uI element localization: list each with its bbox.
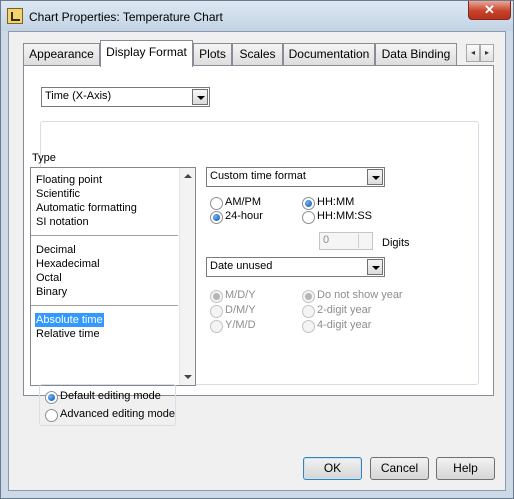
tab-documentation[interactable]: Documentation: [283, 43, 375, 65]
chevron-down-icon: [367, 259, 383, 275]
list-divider: [31, 235, 178, 236]
dialog-window: Chart Properties: Temperature Chart ✕ Ap…: [0, 0, 514, 499]
tab-scroll-left-icon[interactable]: ◂: [466, 44, 480, 62]
cancel-button[interactable]: Cancel: [370, 457, 429, 480]
radio-dmy-label: D/M/Y: [225, 304, 256, 316]
radio-hhmm[interactable]: [302, 197, 315, 210]
scroll-up-icon[interactable]: [184, 174, 192, 178]
list-item-absolute-time[interactable]: Absolute time: [35, 313, 104, 327]
radio-no-year: [302, 290, 315, 303]
digits-label: Digits: [382, 237, 410, 249]
radio-mdy-label: M/D/Y: [225, 289, 256, 301]
radio-24-hour[interactable]: [210, 211, 223, 224]
tab-display-format[interactable]: Display Format: [100, 40, 193, 67]
radio-hhmmss[interactable]: [302, 211, 315, 224]
list-item-decimal[interactable]: Decimal: [36, 243, 76, 257]
axis-select-value: Time (X-Axis): [45, 90, 112, 102]
tab-data-binding[interactable]: Data Binding: [375, 43, 457, 65]
display-format-panel: Time (X-Axis) Type Floating point Scient…: [23, 65, 494, 396]
list-item-automatic-formatting[interactable]: Automatic formatting: [36, 201, 137, 215]
axis-select[interactable]: Time (X-Axis): [41, 87, 210, 107]
radio-4-digit-year-label: 4-digit year: [317, 319, 372, 331]
radio-advanced-editing[interactable]: [45, 409, 58, 422]
radio-ampm[interactable]: [210, 197, 223, 210]
list-item-floating-point[interactable]: Floating point: [36, 173, 102, 187]
radio-ymd-label: Y/M/D: [225, 319, 256, 331]
list-item-binary[interactable]: Binary: [36, 285, 67, 299]
radio-default-editing[interactable]: [45, 391, 58, 404]
radio-2-digit-year: [302, 305, 315, 318]
radio-2-digit-year-label: 2-digit year: [317, 304, 372, 316]
ok-button[interactable]: OK: [303, 457, 362, 480]
radio-advanced-editing-label: Advanced editing mode: [60, 408, 175, 420]
stepper-buttons: [358, 234, 371, 248]
title-bar: Chart Properties: Temperature Chart ✕: [1, 1, 513, 31]
radio-dmy: [210, 305, 223, 318]
radio-default-editing-label: Default editing mode: [60, 390, 161, 402]
list-item-hexadecimal[interactable]: Hexadecimal: [36, 257, 100, 271]
tab-scales[interactable]: Scales: [232, 43, 283, 65]
list-item-octal[interactable]: Octal: [36, 271, 62, 285]
digits-value: 0: [323, 234, 330, 246]
app-icon: [7, 8, 23, 24]
help-button[interactable]: Help: [436, 457, 495, 480]
tab-appearance[interactable]: Appearance: [23, 43, 100, 65]
list-item-scientific[interactable]: Scientific: [36, 187, 80, 201]
type-label: Type: [32, 152, 56, 164]
editing-mode-group: Default editing mode Advanced editing mo…: [39, 384, 176, 426]
type-listbox[interactable]: Floating point Scientific Automatic form…: [30, 167, 196, 386]
radio-hhmm-label: HH:MM: [317, 196, 355, 208]
list-item-si-notation[interactable]: SI notation: [36, 215, 89, 229]
date-format-select[interactable]: Date unused: [206, 257, 385, 277]
radio-mdy: [210, 290, 223, 303]
radio-4-digit-year: [302, 320, 315, 333]
scroll-down-icon[interactable]: [184, 375, 192, 379]
radio-ampm-label: AM/PM: [225, 196, 262, 208]
chevron-down-icon: [367, 169, 383, 185]
dialog-body: Appearance Display Format Plots Scales D…: [8, 31, 506, 491]
radio-24-hour-label: 24-hour: [225, 210, 263, 222]
time-format-select-value: Custom time format: [210, 170, 306, 182]
tab-scroll-right-icon[interactable]: ▸: [480, 44, 494, 62]
tab-plots[interactable]: Plots: [193, 43, 232, 65]
chevron-down-icon: [192, 89, 208, 105]
window-title: Chart Properties: Temperature Chart: [29, 10, 223, 24]
listbox-scrollbar[interactable]: [179, 168, 195, 385]
close-button[interactable]: ✕: [468, 1, 511, 20]
digits-stepper: 0: [319, 232, 373, 250]
list-divider: [31, 305, 178, 306]
date-format-select-value: Date unused: [210, 260, 273, 272]
list-item-relative-time[interactable]: Relative time: [36, 327, 100, 341]
time-format-select[interactable]: Custom time format: [206, 167, 385, 187]
radio-no-year-label: Do not show year: [317, 289, 403, 301]
radio-hhmmss-label: HH:MM:SS: [317, 210, 372, 222]
radio-ymd: [210, 320, 223, 333]
